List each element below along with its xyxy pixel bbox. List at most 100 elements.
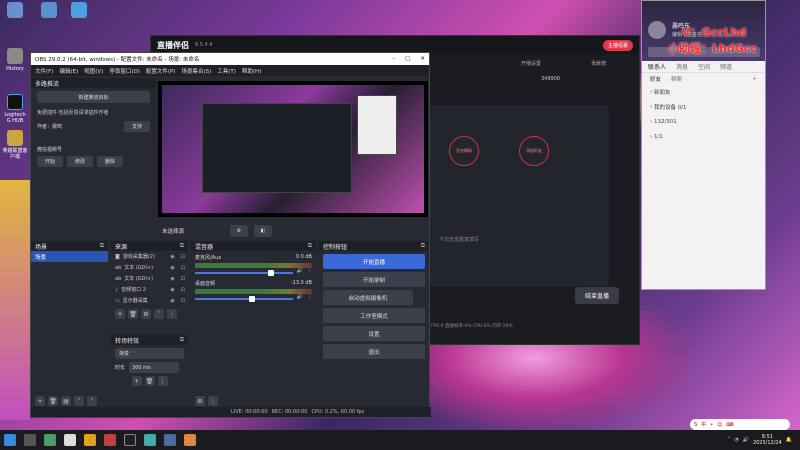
app-icon[interactable] (44, 434, 56, 446)
app-icon[interactable] (184, 434, 196, 446)
list-item[interactable]: › 新朋友 (642, 84, 765, 99)
obs-preview[interactable] (158, 81, 428, 217)
recruit-button[interactable]: 主播招募 (602, 39, 633, 51)
lock-icon[interactable]: ⊡ (181, 265, 185, 271)
support-button[interactable]: 支持 (124, 121, 150, 132)
up-icon[interactable]: ˄ (74, 396, 84, 406)
lock-icon[interactable]: ⊡ (181, 298, 185, 304)
network-icon[interactable]: ◔ (734, 437, 738, 443)
menu-profile[interactable]: 配置文件(P) (146, 67, 176, 75)
studio-mode-button[interactable]: 工作室模式 (323, 308, 425, 323)
tab-friends[interactable]: 好友 (650, 75, 661, 83)
add-icon[interactable]: + (115, 309, 125, 319)
undock-icon[interactable]: ⧉ (308, 242, 312, 250)
desktop-icon[interactable] (66, 2, 92, 20)
undock-icon[interactable]: ⧉ (180, 242, 184, 250)
scene-item[interactable]: 场景 (31, 251, 108, 262)
desktop-icon-lol[interactable]: 英雄联盟客户端 (2, 130, 28, 160)
obs-icon[interactable] (124, 434, 136, 446)
undock-icon[interactable]: ⧉ (100, 242, 104, 250)
menu-tools[interactable]: 工具(T) (217, 67, 236, 75)
lock-icon[interactable]: ⊡ (181, 254, 185, 260)
more-icon[interactable]: ⋮ (307, 268, 312, 274)
minimize-icon[interactable]: – (392, 56, 395, 62)
speaker-icon[interactable]: 🔊 (297, 268, 303, 274)
lock-icon[interactable]: ⊡ (181, 276, 185, 282)
panel-left-button[interactable]: 开启模拟 (449, 136, 479, 166)
filter-icon[interactable]: ▤ (61, 396, 71, 406)
clock[interactable]: 8:51 2025/12/24 (753, 434, 782, 446)
maximize-icon[interactable]: □ (405, 56, 410, 62)
gear-icon[interactable]: ⚙ (141, 309, 151, 319)
trash-icon[interactable]: 🗑 (48, 396, 58, 406)
list-item[interactable]: › 我的设备 0/1 (642, 99, 765, 114)
desktop-icon[interactable] (36, 2, 62, 20)
up-icon[interactable]: ˄ (154, 309, 164, 319)
desktop-icon-history[interactable]: History (2, 48, 28, 72)
menu-file[interactable]: 文件(F) (35, 67, 53, 75)
volume-slider[interactable] (195, 270, 293, 276)
menu-view[interactable]: 视图(V) (84, 67, 103, 75)
start-streaming-button[interactable]: 开始直播 (323, 254, 425, 269)
ime-icon[interactable]: • (710, 422, 713, 428)
ime-icon[interactable]: S (694, 422, 697, 428)
eye-icon[interactable]: ◉ (170, 276, 174, 282)
ime-icon[interactable]: ⌨ (726, 422, 733, 428)
desktop-icon[interactable] (2, 2, 28, 20)
undock-icon[interactable]: ⧉ (421, 242, 425, 250)
app-icon[interactable] (164, 434, 176, 446)
delete-target-button[interactable]: 删除 (97, 156, 123, 167)
trash-icon[interactable]: 🗑 (128, 309, 138, 319)
source-item[interactable]: ◙ 游戏采集器(2) ◉ ⊡ (111, 251, 188, 262)
settings-button[interactable]: 设置 (323, 326, 425, 341)
gear-icon[interactable]: ⚙ (195, 396, 205, 406)
transition-select[interactable]: 渐变 (115, 348, 184, 359)
list-item[interactable]: › 1/1 (642, 129, 765, 144)
eye-icon[interactable]: ◉ (170, 254, 174, 260)
volume-icon[interactable]: 🔊 (743, 437, 749, 443)
edit-target-button[interactable]: 修改 (67, 156, 93, 167)
source-item[interactable]: ♪ 音频窗口 2 ◉ ⊡ (111, 284, 188, 295)
source-item[interactable]: ▭ 显示器采集 ◉ ⊡ (111, 295, 188, 306)
close-icon[interactable]: ✕ (420, 56, 425, 62)
duration-input[interactable]: 300 ms (129, 362, 180, 373)
menu-docks[interactable]: 停靠窗口(D) (109, 67, 140, 75)
avatar[interactable] (648, 21, 666, 39)
app-icon[interactable] (144, 434, 156, 446)
trash-icon[interactable]: 🗑 (144, 376, 155, 386)
menu-help[interactable]: 帮助(H) (242, 67, 261, 75)
exit-button[interactable]: 退出 (323, 344, 425, 359)
tab-channels[interactable]: 频道 (720, 62, 732, 71)
slider-knob[interactable] (248, 296, 255, 302)
eye-icon[interactable]: ◉ (170, 298, 174, 304)
lock-icon[interactable]: ⊡ (181, 287, 185, 293)
speaker-icon[interactable]: 🔊 (297, 294, 303, 300)
slider-knob[interactable] (268, 270, 275, 276)
more-icon[interactable]: ⋮ (208, 396, 218, 406)
ime-icon[interactable]: 中 (701, 421, 706, 428)
search-icon[interactable] (24, 434, 36, 446)
volume-slider[interactable] (195, 296, 293, 302)
more-icon[interactable]: ⋮ (307, 294, 312, 300)
add-stream-target-button[interactable]: 新建推流目标 (37, 91, 150, 103)
panel-right-button[interactable]: 添加好友 (519, 136, 549, 166)
start-target-button[interactable]: 开始 (37, 156, 63, 167)
tab-messages[interactable]: 消息 (676, 62, 688, 71)
add-icon[interactable]: + (35, 396, 45, 406)
source-item[interactable]: ab 文本 (GDI+) ◉ ⊡ (111, 273, 188, 284)
tab-groups[interactable]: 群聊 (671, 75, 682, 83)
contrib-label[interactable]: 贡献榜 (591, 60, 606, 67)
undock-icon[interactable]: ⧉ (180, 336, 184, 344)
eye-icon[interactable]: ◉ (170, 265, 174, 271)
tab-contacts[interactable]: 联系人 (648, 62, 666, 71)
filter-icon[interactable]: ◧ (254, 225, 273, 237)
folder-icon[interactable] (84, 434, 96, 446)
ime-icon[interactable]: ☺ (717, 422, 722, 428)
more-icon[interactable]: ⋮ (167, 309, 177, 319)
app-icon[interactable] (104, 434, 116, 446)
live-settings-label[interactable]: 开播设置 (521, 60, 541, 67)
notification-icon[interactable]: 🔔 (786, 437, 792, 443)
source-item[interactable]: ab 文本 (GDI+) ◉ ⊡ (111, 262, 188, 273)
gear-icon[interactable]: ⚙ (230, 225, 249, 237)
app-icon[interactable] (64, 434, 76, 446)
